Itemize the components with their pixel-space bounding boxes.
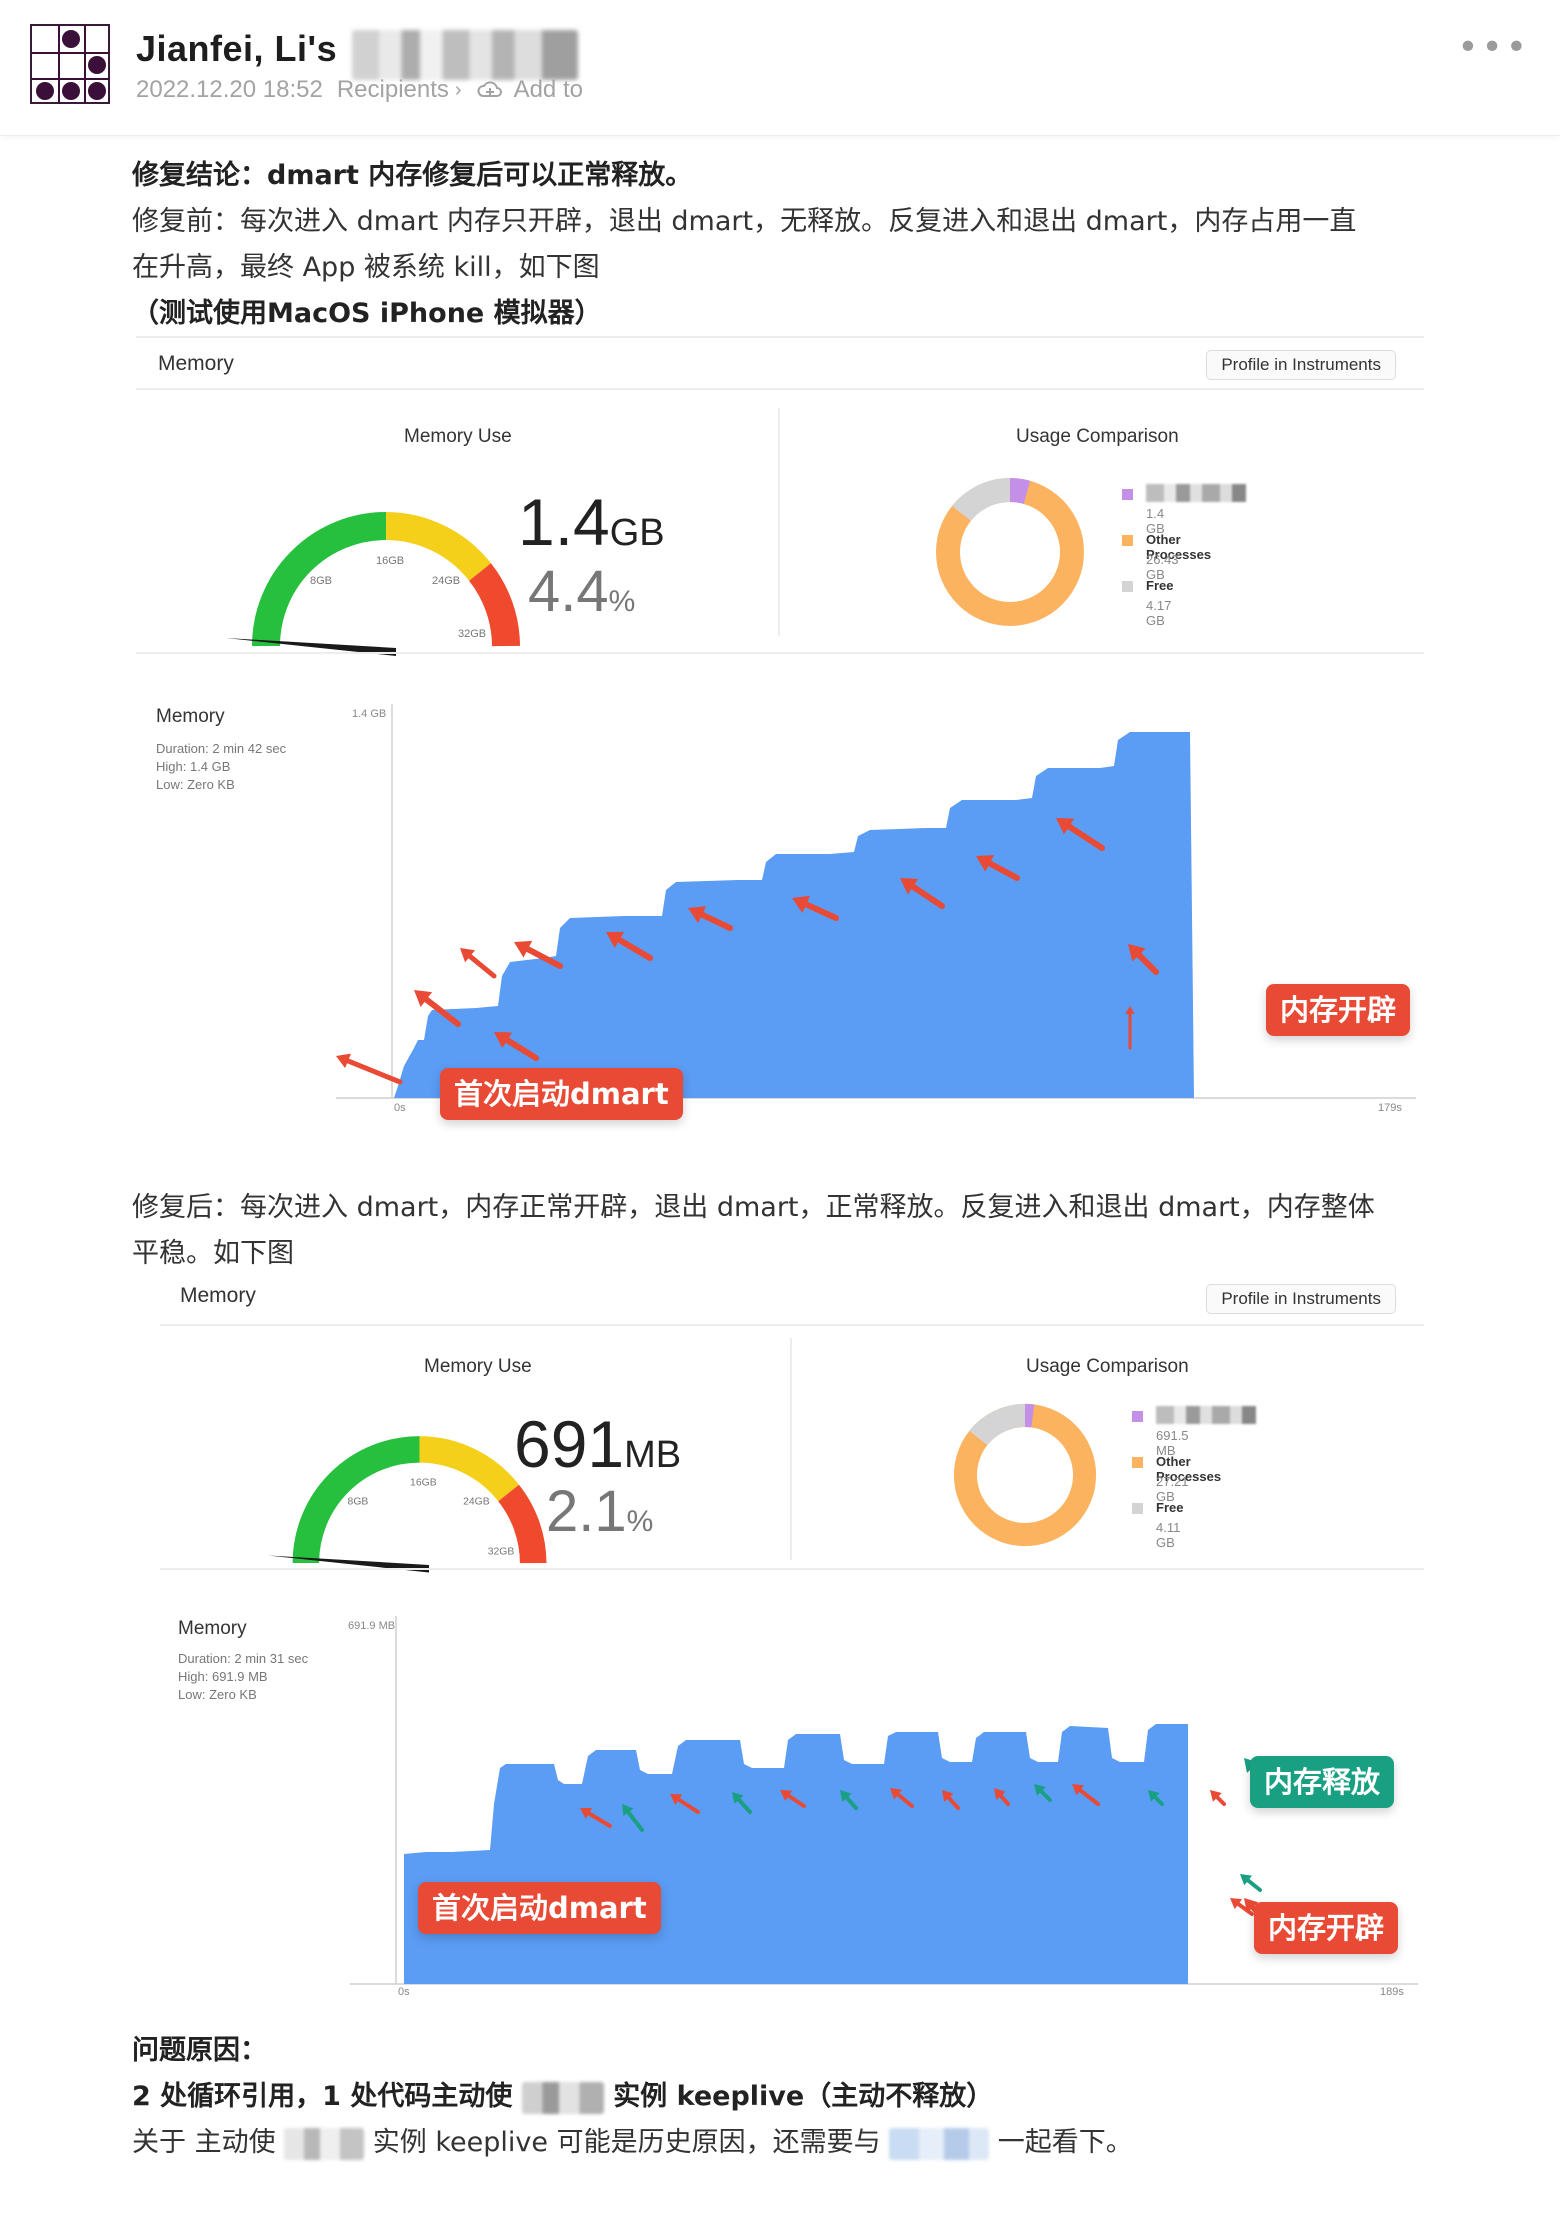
- cause-title: 问题原因：: [132, 2035, 267, 2066]
- after-text-line1: 修复后：每次进入 dmart，内存正常开辟，退出 dmart，正常释放。反复进入…: [132, 1192, 1375, 1223]
- callout-first-launch: 首次启动dmart: [440, 1068, 683, 1120]
- divider: [136, 652, 1424, 654]
- memory-value-unit: GB: [609, 512, 665, 554]
- memory-gauge: 8GB 16GB 24GB 32GB: [226, 512, 520, 656]
- profile-in-instruments-button[interactable]: Profile in Instruments: [1206, 1284, 1396, 1314]
- avatar-line: [84, 26, 86, 104]
- panel-title: Memory: [158, 352, 234, 375]
- gauge-tick-label: 32GB: [488, 1547, 515, 1558]
- avatar-dot: [36, 82, 54, 100]
- recipients-link[interactable]: Recipients: [337, 76, 449, 104]
- about-text-c: 一起看下。: [997, 2127, 1133, 2158]
- avatar[interactable]: [30, 24, 110, 104]
- callout-memory-alloc: 内存开辟: [1254, 1902, 1399, 1954]
- memory-value-number: 691: [514, 1407, 625, 1481]
- avatar-dot: [88, 82, 106, 100]
- before-text-line2: 在升高，最终 App 被系统 kill，如下图: [132, 252, 600, 283]
- usage-comparison-label: Usage Comparison: [1026, 1356, 1189, 1377]
- author-name[interactable]: Jianfei, Li's: [136, 28, 337, 70]
- redacted-mention[interactable]: [889, 2127, 990, 2160]
- memory-percent-unit: %: [626, 1505, 654, 1538]
- memory-use-label: Memory Use: [404, 426, 512, 447]
- avatar-line: [32, 78, 110, 80]
- memory-percent: 4.4%: [528, 558, 635, 625]
- redacted-text: [284, 2127, 365, 2160]
- memory-graph-after: [350, 1616, 1418, 1985]
- callout-first-launch: 首次启动dmart: [418, 1882, 661, 1934]
- usage-donut: [936, 478, 1084, 626]
- memory-panel-after: Memory Profile in Instruments Memory Use…: [160, 1272, 1424, 2010]
- redacted-text: [521, 2081, 604, 2114]
- usage-donut: [953, 1403, 1097, 1547]
- memory-value: 1.4GB: [518, 484, 665, 560]
- gauge-tick-label: 16GB: [376, 555, 404, 567]
- memory-percent-number: 2.1: [546, 1479, 627, 1544]
- more-options-icon[interactable]: •••: [1457, 30, 1530, 66]
- about-text-a: 关于 主动使: [132, 2127, 276, 2158]
- memory-area: [404, 1724, 1188, 1984]
- legend-swatch: [1132, 1411, 1143, 1422]
- legend-swatch: [1132, 1503, 1143, 1514]
- legend-swatch: [1132, 1457, 1143, 1468]
- message-meta: 2022.12.20 18:52 Recipients › Add to: [136, 76, 583, 104]
- divider: [790, 1338, 792, 1560]
- callout-memory-alloc: 内存开辟: [1266, 984, 1411, 1036]
- legend-swatch: [1122, 489, 1133, 500]
- memory-percent-number: 4.4: [528, 559, 609, 624]
- memory-graph-before: [336, 704, 1416, 1099]
- legend-swatch: [1122, 581, 1133, 592]
- avatar-dot: [62, 82, 80, 100]
- gauge-tick-label: 8GB: [310, 575, 332, 587]
- add-to-link[interactable]: Add to: [514, 76, 583, 104]
- legend-name: Free: [1156, 1500, 1184, 1515]
- avatar-dot: [62, 30, 80, 48]
- before-text-line1: 修复前：每次进入 dmart 内存只开辟，退出 dmart，无释放。反复进入和退…: [132, 206, 1357, 237]
- legend-swatch: [1122, 535, 1133, 546]
- after-text-line2: 平稳。如下图: [132, 1238, 294, 1269]
- redacted-name: [352, 30, 578, 80]
- profile-in-instruments-button[interactable]: Profile in Instruments: [1206, 350, 1396, 380]
- gauge-tick-label: 24GB: [432, 575, 460, 587]
- about-line: 关于 主动使 实例 keeplive 可能是历史原因，还需要与 一起看下。: [132, 2120, 1133, 2166]
- memory-percent: 2.1%: [546, 1478, 653, 1545]
- divider: [778, 408, 780, 636]
- test-note-text: （测试使用MacOS iPhone 模拟器）: [132, 298, 602, 329]
- conclusion-text: 修复结论：dmart 内存修复后可以正常释放。: [132, 160, 693, 191]
- avatar-line: [32, 52, 110, 54]
- timestamp: 2022.12.20 18:52: [136, 76, 323, 103]
- memory-value-number: 1.4: [518, 485, 610, 559]
- panel-toolbar: Memory Profile in Instruments: [160, 1272, 1424, 1326]
- message-header: Jianfei, Li's 2022.12.20 18:52 Recipient…: [0, 0, 1560, 136]
- legend-name: Free: [1146, 578, 1174, 593]
- gauge-tick-label: 8GB: [348, 1496, 369, 1507]
- cloud-add-icon[interactable]: [476, 79, 504, 101]
- memory-value: 691MB: [514, 1406, 681, 1482]
- avatar-line: [58, 26, 60, 104]
- about-text-b: 实例 keeplive 可能是历史原因，还需要与: [372, 2127, 881, 2158]
- memory-percent-unit: %: [608, 585, 636, 618]
- memory-value-unit: MB: [624, 1434, 682, 1476]
- annotation-arrow-shaft: [1246, 1878, 1262, 1892]
- legend-value: 4.17 GB: [1146, 598, 1172, 628]
- panel-title: Memory: [180, 1284, 256, 1307]
- cause-line: 2 处循环引用，1 处代码主动使 实例 keeplive（主动不释放）: [132, 2074, 993, 2120]
- cause-text-a: 2 处循环引用，1 处代码主动使: [132, 2081, 513, 2112]
- redacted-app-name: [1146, 484, 1246, 502]
- gauge-tick-label: 32GB: [458, 628, 486, 640]
- gauge-tick-label: 24GB: [463, 1496, 490, 1507]
- panel-toolbar: Memory Profile in Instruments: [136, 336, 1424, 390]
- chevron-right-icon[interactable]: ›: [455, 79, 462, 102]
- annotation-arrow-shaft: [1215, 1795, 1226, 1806]
- callout-memory-release: 内存释放: [1250, 1756, 1395, 1808]
- legend-value: 4.11 GB: [1156, 1520, 1181, 1550]
- memory-use-label: Memory Use: [424, 1356, 532, 1377]
- avatar-dot: [88, 56, 106, 74]
- redacted-app-name: [1156, 1406, 1256, 1424]
- annotation-arrow-shaft: [467, 953, 497, 979]
- usage-comparison-label: Usage Comparison: [1016, 426, 1179, 447]
- gauge-tick-label: 16GB: [410, 1477, 437, 1488]
- cause-text-b: 实例 keeplive（主动不释放）: [613, 2081, 994, 2112]
- memory-panel-before: Memory Profile in Instruments Memory Use…: [136, 336, 1424, 1146]
- divider: [160, 1568, 1424, 1570]
